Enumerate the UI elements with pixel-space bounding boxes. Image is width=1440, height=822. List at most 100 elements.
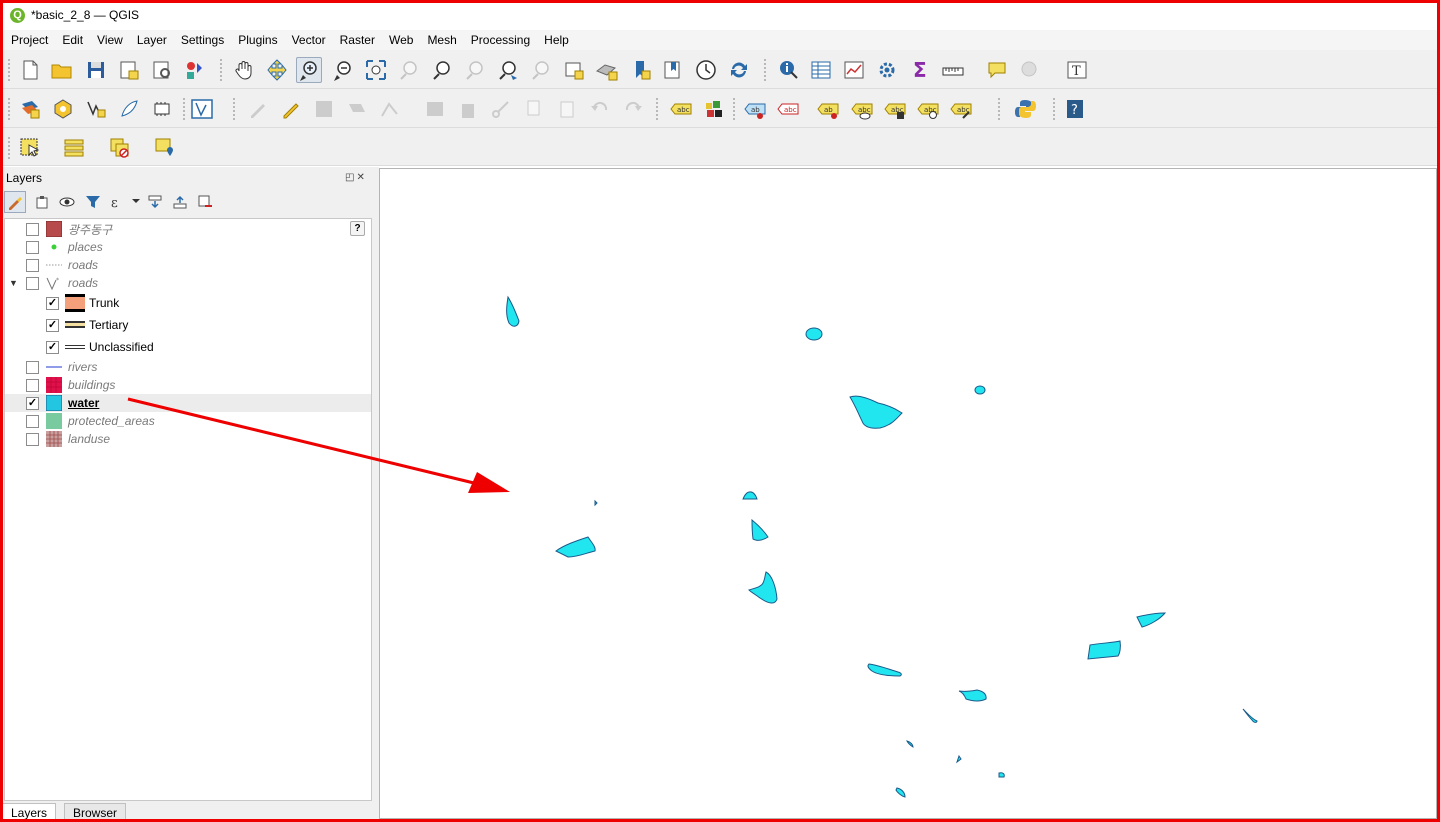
tab-browser[interactable]: Browser <box>64 803 127 822</box>
layer-row-protected-areas[interactable]: protected_areas <box>5 412 371 430</box>
new-bookmark-icon[interactable] <box>628 57 654 83</box>
collapse-all-icon[interactable] <box>169 191 191 213</box>
new-geopackage-layer-icon[interactable] <box>50 96 76 122</box>
menu-plugins[interactable]: Plugins <box>231 33 284 47</box>
select-features-icon[interactable] <box>17 135 43 161</box>
new-print-layout-icon[interactable] <box>116 57 142 83</box>
temporal-controller-icon[interactable] <box>693 57 719 83</box>
layer-visibility-checkbox[interactable] <box>26 276 39 290</box>
style-manager-icon[interactable] <box>182 57 208 83</box>
layer-row-places[interactable]: places <box>5 238 371 256</box>
add-group-icon[interactable] <box>31 191 53 213</box>
menu-web[interactable]: Web <box>382 33 420 47</box>
new-shapefile-layer-icon[interactable] <box>83 96 109 122</box>
pan-map-icon[interactable] <box>231 57 257 83</box>
statistical-summary-icon[interactable] <box>841 57 867 83</box>
identify-features-icon[interactable] <box>775 57 801 83</box>
python-console-icon[interactable] <box>1012 96 1038 122</box>
redo-icon[interactable] <box>620 96 646 122</box>
processing-toolbox-icon[interactable] <box>874 57 900 83</box>
menu-vector[interactable]: Vector <box>285 33 333 47</box>
expand-all-icon[interactable] <box>144 191 166 213</box>
move-label-icon[interactable]: ab <box>815 96 841 122</box>
toolbar-grip[interactable] <box>764 59 767 81</box>
filter-expression-dropdown-icon[interactable] <box>132 199 140 203</box>
save-layer-edits-icon[interactable] <box>311 96 337 122</box>
rotate-label-icon[interactable]: abc <box>882 96 908 122</box>
layer-visibility-checkbox[interactable]: ✓ <box>26 396 39 410</box>
zoom-last-icon[interactable] <box>495 57 521 83</box>
open-layer-styling-icon[interactable] <box>4 191 26 213</box>
zoom-native-icon[interactable] <box>462 57 488 83</box>
new-project-icon[interactable] <box>17 57 43 83</box>
menu-help[interactable]: Help <box>537 33 576 47</box>
pin-labels-icon[interactable]: ab <box>742 96 768 122</box>
data-source-manager-icon[interactable] <box>17 96 43 122</box>
select-by-value-icon[interactable] <box>61 135 87 161</box>
layer-row-roads[interactable]: roads <box>5 256 371 274</box>
paste-features-icon[interactable] <box>554 96 580 122</box>
open-project-icon[interactable] <box>49 57 75 83</box>
layer-visibility-checkbox[interactable] <box>26 378 39 392</box>
label-properties-icon[interactable]: abc <box>948 96 974 122</box>
label-toolbar-icon[interactable]: abc <box>668 96 694 122</box>
menu-settings[interactable]: Settings <box>174 33 231 47</box>
open-attribute-table-icon[interactable] <box>808 57 834 83</box>
panel-float-close-icon[interactable]: ◰✕ <box>345 172 367 183</box>
toolbar-grip[interactable] <box>998 98 1001 120</box>
deselect-features-icon[interactable] <box>107 135 133 161</box>
show-bookmarks-icon[interactable] <box>660 57 686 83</box>
text-annotation-icon[interactable]: T <box>1064 57 1090 83</box>
toolbar-grip[interactable] <box>233 98 236 120</box>
add-feature-icon[interactable] <box>344 96 370 122</box>
toolbar-grip[interactable] <box>8 137 11 159</box>
layer-row-buildings[interactable]: buildings <box>5 376 371 394</box>
new-map-view-icon[interactable] <box>561 57 587 83</box>
save-project-icon[interactable] <box>83 57 109 83</box>
zoom-next-icon[interactable] <box>528 57 554 83</box>
toolbar-grip[interactable] <box>1053 98 1056 120</box>
pan-to-selection-icon[interactable] <box>264 57 290 83</box>
show-hide-labels-icon[interactable]: abc <box>775 96 801 122</box>
zoom-to-layer-icon[interactable] <box>429 57 455 83</box>
layer-diagram-options-icon[interactable] <box>701 96 727 122</box>
zoom-full-icon[interactable] <box>363 57 389 83</box>
current-edits-icon[interactable] <box>245 96 271 122</box>
map-tips-icon[interactable] <box>984 57 1010 83</box>
menu-view[interactable]: View <box>90 33 130 47</box>
toolbar-grip[interactable] <box>8 98 11 120</box>
remove-layer-icon[interactable] <box>194 191 216 213</box>
layer-visibility-checkbox[interactable] <box>26 414 39 428</box>
toolbar-grip[interactable] <box>8 59 11 81</box>
tab-layers[interactable]: Layers <box>2 803 57 822</box>
toolbar-grip[interactable] <box>220 59 223 81</box>
layer-row-tertiary[interactable]: ✓ Tertiary <box>5 315 371 335</box>
toolbar-grip[interactable] <box>733 98 736 120</box>
map-canvas[interactable] <box>379 168 1437 819</box>
layer-row-trunk[interactable]: ✓ Trunk <box>5 293 371 313</box>
category-visibility-checkbox[interactable]: ✓ <box>46 340 59 354</box>
layer-row-water[interactable]: ✓ water <box>5 394 371 412</box>
layer-row-gwangju-donggu[interactable]: 광주동구 <box>5 220 371 238</box>
layer-visibility-checkbox[interactable] <box>26 360 39 374</box>
manage-map-themes-icon[interactable] <box>56 191 78 213</box>
zoom-in-icon[interactable] <box>296 57 322 83</box>
new-temporary-layer-icon[interactable] <box>116 96 142 122</box>
filter-by-expression-icon[interactable]: ε <box>107 191 129 213</box>
modify-attributes-icon[interactable] <box>422 96 448 122</box>
show-labels-icon[interactable]: abc <box>849 96 875 122</box>
cut-features-icon[interactable] <box>488 96 514 122</box>
new-3d-map-view-icon[interactable] <box>594 57 620 83</box>
new-annotation-icon[interactable] <box>1017 57 1043 83</box>
menu-project[interactable]: Project <box>4 33 55 47</box>
new-virtual-layer-icon[interactable] <box>149 96 175 122</box>
layout-manager-icon[interactable] <box>149 57 175 83</box>
layer-visibility-checkbox[interactable] <box>26 222 39 236</box>
measure-line-icon[interactable] <box>940 57 966 83</box>
layer-row-unclassified[interactable]: ✓ Unclassified <box>5 337 371 357</box>
menu-edit[interactable]: Edit <box>55 33 90 47</box>
layer-row-rivers[interactable]: rivers <box>5 358 371 376</box>
layer-visibility-checkbox[interactable] <box>26 258 39 272</box>
menu-processing[interactable]: Processing <box>464 33 537 47</box>
layer-row-roads-group[interactable]: ▼ * roads <box>5 274 371 292</box>
